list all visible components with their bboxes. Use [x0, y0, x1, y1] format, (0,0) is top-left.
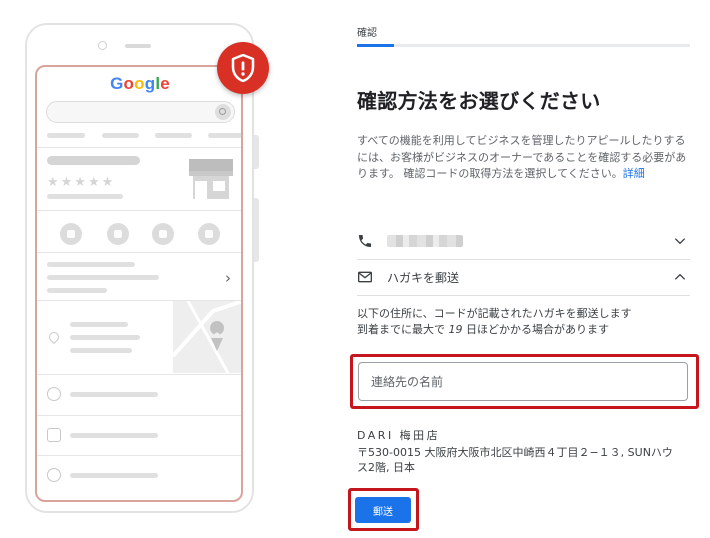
save-action-icon: [152, 223, 174, 245]
search-icon: [215, 104, 231, 120]
contact-name-input[interactable]: [358, 362, 688, 401]
clock-icon: [47, 387, 61, 401]
description: すべての機能を利用してビジネスを管理したりアピールしたりするには、お客様がビジネ…: [357, 133, 692, 183]
mock-tab-placeholder: [47, 133, 85, 138]
postcard-info-line2: 到着までに最大で 19 日ほどかかる場合があります: [357, 323, 609, 336]
divider: [37, 210, 241, 211]
mock-phone-line: [70, 433, 158, 438]
mock-business-category: [47, 194, 123, 199]
mini-map: [173, 301, 241, 373]
mock-tab-placeholder: [155, 133, 192, 138]
page-title: 確認方法をお選びください: [357, 89, 601, 113]
business-name: DARI 梅田店: [357, 429, 441, 442]
google-logo: Google: [110, 74, 170, 93]
chevron-up-icon[interactable]: [672, 269, 688, 285]
divider: [37, 147, 241, 148]
postcard-info: 以下の住所に、コードが記載されたハガキを郵送します 到着までに最大で 19 日ほ…: [357, 306, 632, 338]
delivery-days: 19: [448, 323, 463, 336]
option-phone[interactable]: [357, 224, 690, 258]
map-drawing: [173, 301, 241, 373]
mail-icon: [358, 271, 372, 283]
mock-tab-placeholder: [102, 133, 139, 138]
option-postcard[interactable]: ハガキを郵送: [357, 260, 690, 294]
step-label: 確認: [357, 28, 377, 39]
phone-icon: [47, 428, 61, 442]
postcard-info-line1: 以下の住所に、コードが記載されたハガキを郵送します: [357, 307, 632, 320]
phone-icon: [359, 235, 371, 247]
mock-hours-line: [70, 392, 158, 397]
address-line1: 〒530-0015 大阪府大阪市北区中崎西４丁目２−１３, SUNハウ: [357, 446, 673, 459]
mailing-address: DARI 梅田店 〒530-0015 大阪府大阪市北区中崎西４丁目２−１３, S…: [357, 428, 692, 475]
progress-bar-fill: [357, 44, 394, 47]
website-action-icon: [198, 223, 220, 245]
security-badge: [217, 42, 269, 94]
mock-address-line: [70, 348, 132, 353]
rating-stars: ★★★★★: [47, 175, 116, 190]
mock-website-line: [70, 473, 158, 478]
directions-action-icon: [107, 223, 129, 245]
phone-screen: Google ★★★★★ ›: [35, 65, 243, 502]
chevron-right-icon: ›: [225, 269, 231, 287]
phone-action-icon: [60, 223, 82, 245]
divider: [37, 252, 241, 253]
mock-text-line: [47, 288, 107, 293]
globe-icon: [47, 468, 61, 482]
chevron-down-icon[interactable]: [672, 233, 688, 249]
mock-search-bar: [46, 101, 235, 123]
mock-text-line: [47, 275, 159, 280]
mock-tab-placeholder: [208, 133, 241, 138]
mock-address-line: [70, 335, 140, 340]
storefront-icon: [189, 159, 233, 199]
mock-business-name: [47, 156, 140, 165]
shield-alert-icon: [231, 54, 255, 82]
divider: [37, 455, 241, 456]
address-line2: ス2階, 日本: [357, 461, 415, 474]
progress-bar: [357, 44, 690, 47]
location-pin-icon: [46, 329, 62, 345]
phone-camera: [98, 41, 107, 50]
option-postcard-label: ハガキを郵送: [387, 271, 460, 285]
phone-side-button: [254, 198, 259, 262]
mock-address-line: [70, 322, 128, 327]
phone-speaker: [125, 44, 151, 48]
phone-side-button: [254, 135, 259, 169]
divider: [37, 415, 241, 416]
divider: [357, 295, 690, 296]
mock-text-line: [47, 262, 135, 267]
redacted-phone-number: [387, 235, 463, 247]
learn-more-link[interactable]: 詳細: [623, 167, 645, 180]
send-postcard-button[interactable]: 郵送: [355, 497, 411, 523]
divider: [37, 374, 241, 375]
